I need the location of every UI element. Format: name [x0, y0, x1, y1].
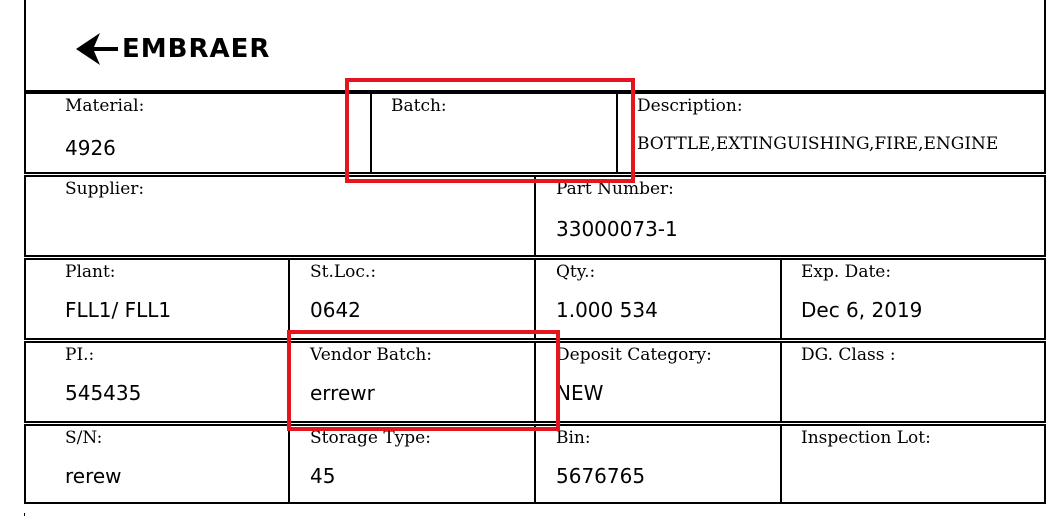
page-mark — [24, 513, 25, 516]
logo-header: EMBRAER — [24, 0, 1046, 92]
part-number-cell: Part Number: 33000073-1 — [534, 175, 1046, 257]
supplier-cell: Supplier: — [24, 175, 536, 257]
exp-date-value: Dec 6, 2019 — [801, 298, 923, 322]
qty-cell: Qty.: 1.000 534 — [534, 258, 782, 340]
part-number-label: Part Number: — [556, 179, 674, 199]
pi-cell: PI.: 545435 — [24, 341, 290, 423]
inspection-lot-cell: Inspection Lot: — [780, 424, 1046, 504]
sn-value: rerew — [65, 464, 122, 488]
bin-label: Bin: — [556, 428, 591, 448]
embraer-logo: EMBRAER — [74, 30, 270, 68]
stloc-cell: St.Loc.: 0642 — [288, 258, 536, 340]
vendor-batch-cell: Vendor Batch: errewr — [288, 341, 536, 423]
material-label: Material: — [65, 96, 145, 116]
description-label: Description: — [637, 96, 743, 116]
description-cell: Description: BOTTLE,EXTINGUISHING,FIRE,E… — [616, 92, 1046, 174]
sn-label: S/N: — [65, 428, 103, 448]
plant-value: FLL1/ FLL1 — [65, 298, 172, 322]
storage-type-cell: Storage Type: 45 — [288, 424, 536, 504]
exp-date-label: Exp. Date: — [801, 262, 892, 282]
sn-cell: S/N: rerew — [24, 424, 290, 504]
pi-value: 545435 — [65, 381, 142, 405]
deposit-category-value: NEW — [556, 381, 604, 405]
vendor-batch-label: Vendor Batch: — [310, 345, 433, 365]
deposit-category-label: Deposit Category: — [556, 345, 712, 365]
bin-value: 5676765 — [556, 464, 646, 488]
qty-label: Qty.: — [556, 262, 596, 282]
plant-label: Plant: — [65, 262, 116, 282]
dg-class-label: DG. Class : — [801, 345, 896, 365]
logo-text: EMBRAER — [122, 34, 271, 64]
supplier-label: Supplier: — [65, 179, 145, 199]
batch-cell: Batch: — [370, 92, 618, 174]
part-number-value: 33000073-1 — [556, 217, 678, 241]
material-value: 4926 — [65, 136, 116, 160]
description-value: BOTTLE,EXTINGUISHING,FIRE,ENGINE — [637, 134, 999, 154]
stloc-label: St.Loc.: — [310, 262, 377, 282]
batch-label: Batch: — [391, 96, 447, 116]
storage-type-value: 45 — [310, 464, 336, 488]
pi-label: PI.: — [65, 345, 95, 365]
inspection-lot-label: Inspection Lot: — [801, 428, 931, 448]
exp-date-cell: Exp. Date: Dec 6, 2019 — [780, 258, 1046, 340]
qty-value: 1.000 534 — [556, 298, 658, 322]
deposit-category-cell: Deposit Category: NEW — [534, 341, 782, 423]
embraer-arrow-icon — [76, 33, 118, 65]
material-cell: Material: 4926 — [24, 92, 372, 174]
vendor-batch-value: errewr — [310, 381, 375, 405]
bin-cell: Bin: 5676765 — [534, 424, 782, 504]
dg-class-cell: DG. Class : — [780, 341, 1046, 423]
storage-type-label: Storage Type: — [310, 428, 431, 448]
plant-cell: Plant: FLL1/ FLL1 — [24, 258, 290, 340]
stloc-value: 0642 — [310, 298, 361, 322]
